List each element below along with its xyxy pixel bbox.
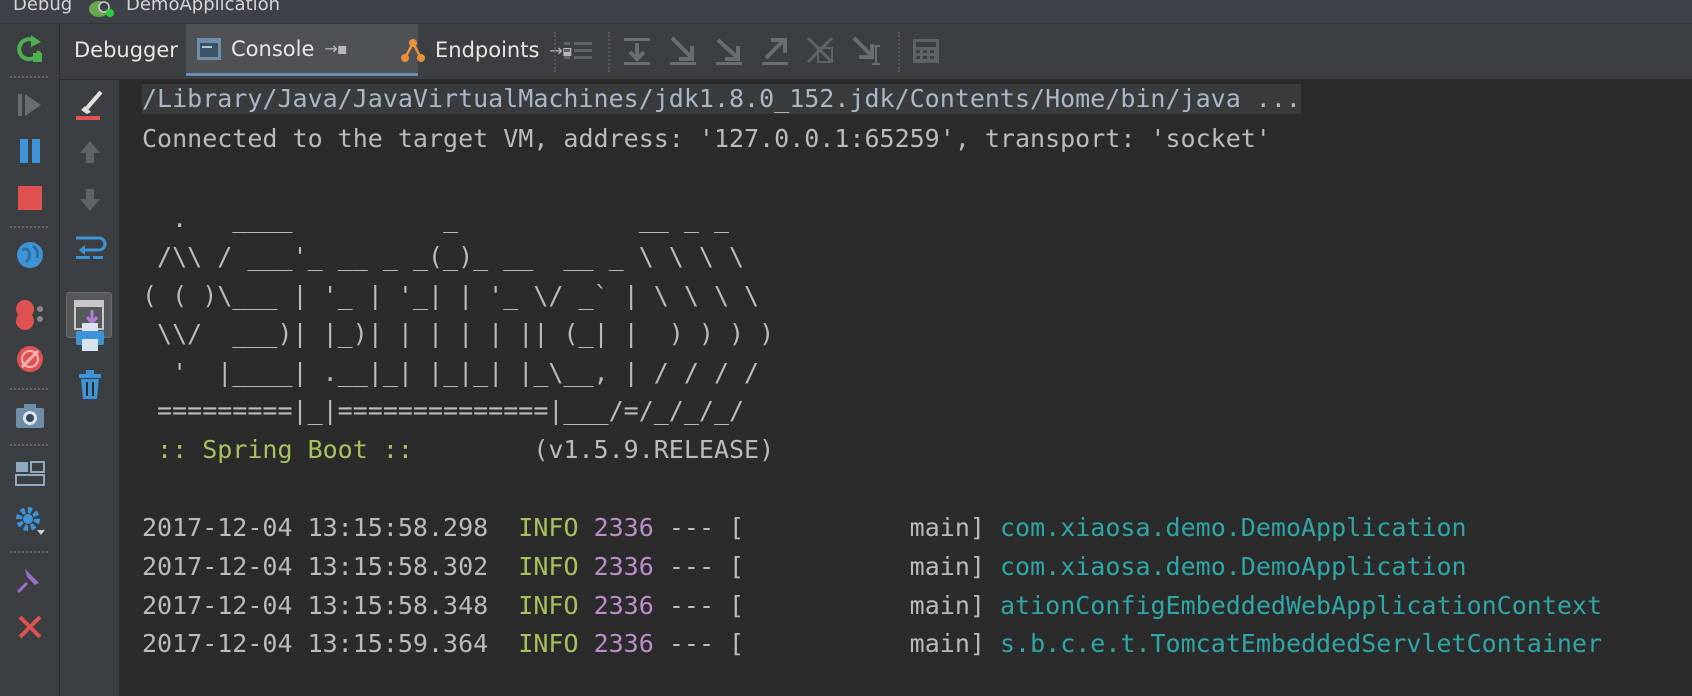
- move-tab-icon[interactable]: →▪: [324, 39, 347, 58]
- run-configuration-name: DemoApplication: [126, 0, 281, 15]
- toolbar-separator: [10, 226, 48, 228]
- log-timestamp: 2017-12-04 13:15:58.348: [142, 591, 489, 620]
- spring-boot-version-line: :: Spring Boot :: (v1.5.9.RELEASE): [142, 435, 774, 465]
- mute-breakpoints-icon[interactable]: [13, 342, 47, 376]
- log-line: 2017-12-04 13:15:58.348 INFO 2336 --- [ …: [142, 591, 1602, 621]
- tool-window-title-bar: Debug DemoApplication: [0, 0, 1692, 24]
- pin-tab-icon[interactable]: [13, 563, 47, 597]
- log-pid: 2336: [593, 552, 654, 581]
- camera-snapshot-icon[interactable]: [13, 400, 47, 434]
- log-logger[interactable]: ationConfigEmbeddedWebApplicationContext: [1000, 591, 1602, 620]
- log-thread: --- [ main]: [653, 552, 1000, 581]
- log-pid: 2336: [593, 629, 654, 658]
- log-timestamp: 2017-12-04 13:15:59.364: [142, 629, 489, 658]
- tab-label: Console: [231, 36, 315, 61]
- log-logger[interactable]: s.b.c.e.t.TomcatEmbeddedServletContainer: [1000, 629, 1602, 658]
- step-out-icon[interactable]: [758, 34, 792, 68]
- spring-boot-label: :: Spring Boot ::: [142, 435, 428, 464]
- stop-icon[interactable]: [13, 181, 47, 215]
- toolbar-separator: [10, 76, 48, 78]
- tab-debugger[interactable]: Debugger: [60, 24, 185, 76]
- settings-gear-icon[interactable]: [13, 504, 47, 538]
- vm-connected-line: Connected to the target VM, address: '12…: [142, 124, 1271, 153]
- toolbar-separator: [10, 388, 48, 390]
- toolbar-separator: [10, 444, 48, 446]
- restore-layout-icon[interactable]: [13, 456, 47, 490]
- step-over-icon[interactable]: [620, 34, 654, 68]
- step-into-icon[interactable]: [666, 34, 700, 68]
- run-to-cursor-icon[interactable]: [850, 34, 884, 68]
- close-icon[interactable]: [13, 610, 47, 644]
- trash-icon[interactable]: [73, 368, 107, 402]
- rerun-icon[interactable]: [13, 33, 47, 67]
- java-command-line[interactable]: /Library/Java/JavaVirtualMachines/jdk1.8…: [142, 84, 1301, 114]
- down-arrow-icon[interactable]: [73, 183, 107, 217]
- log-level: INFO: [518, 552, 579, 581]
- pause-program-icon[interactable]: [13, 134, 47, 168]
- spring-boot-version: (v1.5.9.RELEASE): [427, 435, 775, 464]
- log-pid: 2336: [593, 591, 654, 620]
- log-thread: --- [ main]: [653, 591, 1000, 620]
- drop-frame-icon[interactable]: [804, 34, 838, 68]
- tab-label: Debugger: [74, 38, 178, 62]
- resume-program-icon[interactable]: [13, 88, 47, 122]
- console-output[interactable]: /Library/Java/JavaVirtualMachines/jdk1.8…: [120, 80, 1692, 696]
- spring-boot-run-config-icon: [89, 1, 114, 17]
- toolbar-separator: [554, 32, 556, 72]
- evaluate-expression-icon[interactable]: [909, 34, 943, 68]
- breakpoints-list-icon[interactable]: [13, 297, 47, 331]
- log-thread: --- [ main]: [653, 513, 1000, 542]
- spring-banner-line: ( ( )\___ | '_ | '_| | '_ \/ _` | \ \ \ …: [142, 281, 760, 310]
- console-icon: [197, 37, 221, 60]
- spring-banner-line: \\/ ___)| |_)| | | | | || (_| | ) ) ) ): [142, 319, 775, 348]
- endpoints-icon: [401, 39, 425, 62]
- clear-all-icon[interactable]: [73, 88, 107, 122]
- tool-window-title: Debug: [13, 0, 73, 15]
- log-logger[interactable]: com.xiaosa.demo.DemoApplication: [1000, 552, 1467, 581]
- log-timestamp: 2017-12-04 13:15:58.298: [142, 513, 489, 542]
- toolbar-separator: [898, 32, 900, 72]
- log-logger[interactable]: com.xiaosa.demo.DemoApplication: [1000, 513, 1467, 542]
- log-pid: 2336: [593, 513, 654, 542]
- up-arrow-icon[interactable]: [73, 135, 107, 169]
- log-line: 2017-12-04 13:15:58.302 INFO 2336 --- [ …: [142, 552, 1467, 582]
- print-icon[interactable]: [73, 320, 107, 354]
- log-timestamp: 2017-12-04 13:15:58.302: [142, 552, 489, 581]
- toolbar-separator: [10, 551, 48, 553]
- log-level: INFO: [518, 591, 579, 620]
- debug-left-toolbar: [0, 24, 60, 696]
- log-line: 2017-12-04 13:15:59.364 INFO 2336 --- [ …: [142, 629, 1602, 659]
- spring-banner-line: . ____ _ __ _ _: [142, 204, 729, 233]
- show-execution-point-icon[interactable]: [562, 34, 596, 68]
- view-breakpoints-icon[interactable]: [13, 238, 47, 272]
- toolbar-separator: [608, 32, 610, 72]
- spring-banner-line: =========|_|==============|___/=/_/_/_/: [142, 396, 745, 425]
- log-level: INFO: [518, 513, 579, 542]
- log-thread: --- [ main]: [653, 629, 1000, 658]
- soft-wrap-icon[interactable]: [73, 230, 107, 264]
- tab-label: Endpoints: [435, 38, 540, 62]
- log-line: 2017-12-04 13:15:58.298 INFO 2336 --- [ …: [142, 513, 1467, 543]
- spring-banner-line: ' |____| .__|_| |_|_| |_\__, | / / / /: [142, 358, 760, 387]
- console-side-toolbar: [60, 80, 120, 696]
- log-level: INFO: [518, 629, 579, 658]
- debug-tab-bar: Debugger Console →▪ Endpoints →▪: [60, 24, 1692, 80]
- spring-banner-line: /\\ / ___'_ __ _ _(_)_ __ __ _ \ \ \ \: [142, 242, 745, 271]
- force-step-into-icon[interactable]: [712, 34, 746, 68]
